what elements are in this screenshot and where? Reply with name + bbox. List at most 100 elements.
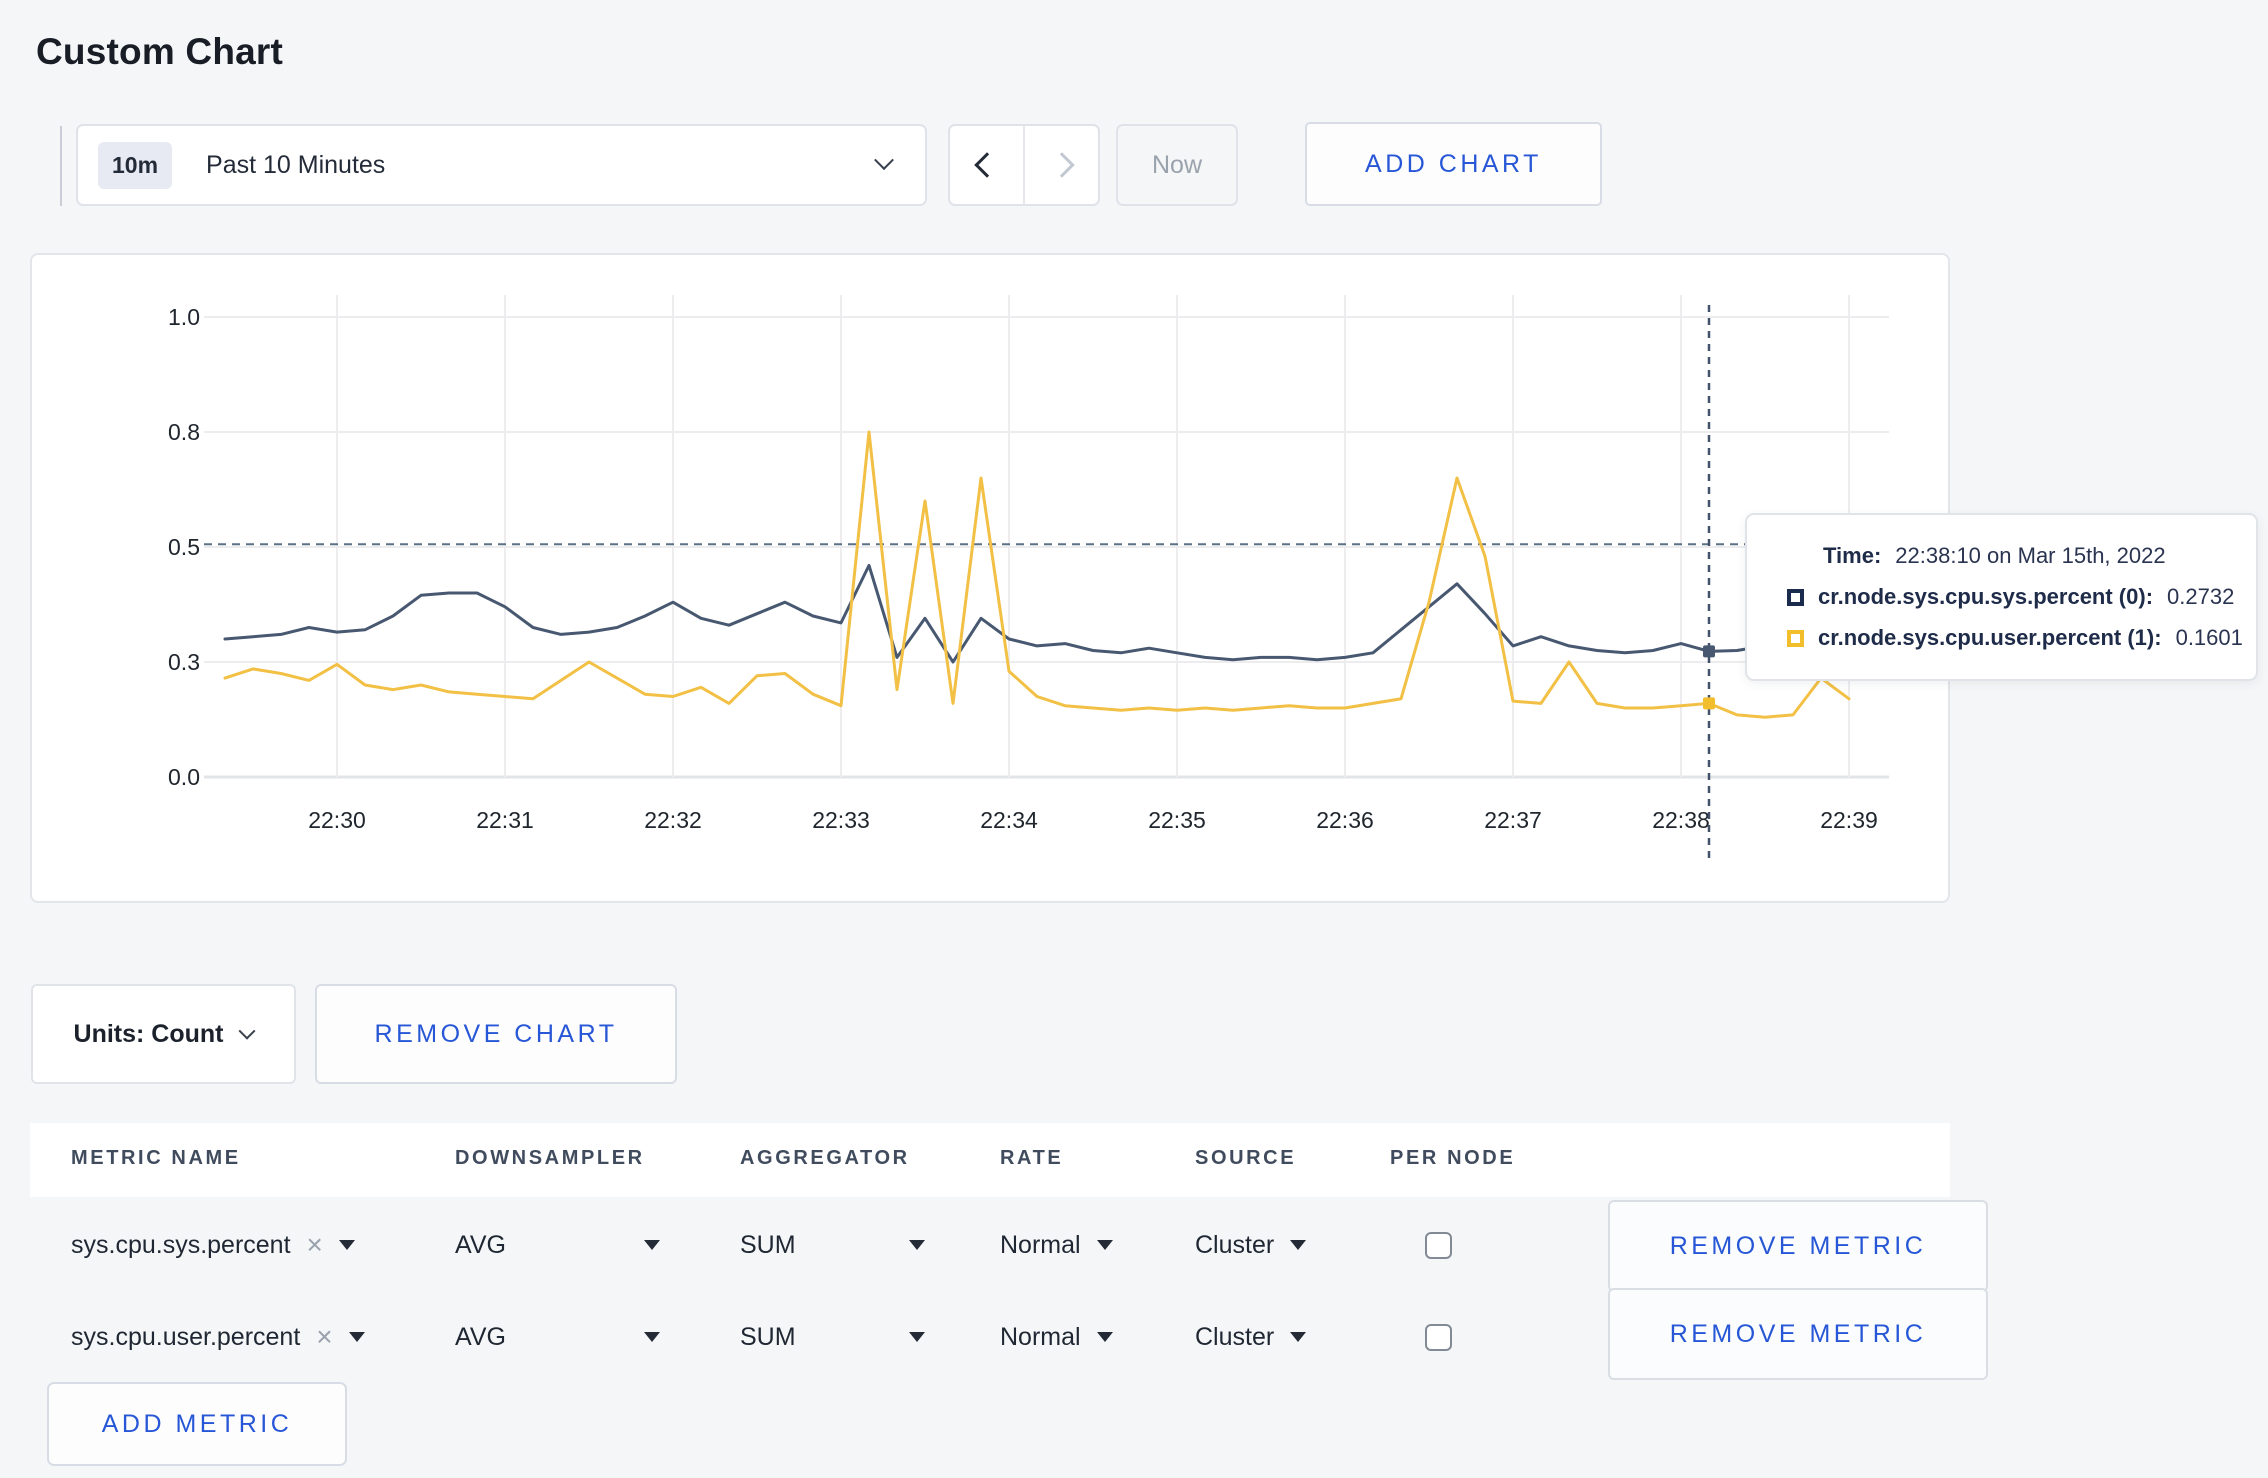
per-node-checkbox[interactable] [1425,1231,1452,1259]
rate-value: Normal [1000,1322,1081,1351]
page-title: Custom Chart [36,30,284,72]
source-value: Cluster [1195,1322,1275,1351]
per-node-cell [1425,1200,1452,1290]
aggregator-value: SUM [740,1230,796,1259]
svg-text:0.0: 0.0 [168,764,200,790]
downsampler-value: AVG [455,1322,506,1351]
caret-down-icon [1290,1240,1307,1250]
custom-chart-panel: 0.0 0.3 0.5 0.8 1.0 22:30 22:31 22:32 22:33 22:34… [30,253,1950,903]
remove-chart-button[interactable]: REMOVE CHART [315,984,677,1084]
chevron-down-icon [238,1022,256,1040]
svg-text:22:36: 22:36 [1316,807,1374,833]
chevron-left-icon [973,152,1000,178]
caret-down-icon [909,1332,925,1342]
series-line-1 [223,430,1851,719]
tooltip-series-row: cr.node.sys.cpu.user.percent (1): 0.1601 [1787,625,2256,651]
remove-metric-button[interactable]: REMOVE METRIC [1608,1288,1988,1380]
caret-down-icon [1096,1240,1113,1250]
svg-text:22:39: 22:39 [1820,807,1878,833]
crosshair-marker-icon [1703,645,1715,658]
downsampler-select[interactable]: AVG [455,1292,660,1382]
metrics-table-header: METRIC NAME DOWNSAMPLER AGGREGATOR RATE … [30,1123,1950,1197]
svg-text:1.0: 1.0 [168,304,200,330]
prev-time-button[interactable] [950,126,1025,204]
table-row: sys.cpu.sys.percent × AVG SUM Normal Clu… [30,1200,1988,1292]
tooltip-time-value: 22:38:10 on Mar 15th, 2022 [1895,543,2166,568]
metric-name-select[interactable]: sys.cpu.sys.percent × [71,1200,355,1290]
tooltip-series-value: 0.2732 [2167,584,2235,609]
add-chart-button[interactable]: ADD CHART [1305,122,1602,206]
tooltip-series-name: cr.node.sys.cpu.user.percent (1): [1818,625,2162,650]
aggregator-select[interactable]: SUM [740,1200,925,1290]
chevron-down-icon [874,149,894,175]
caret-down-icon [338,1240,355,1250]
col-header-metric-name: METRIC NAME [71,1147,241,1169]
svg-text:22:38: 22:38 [1652,807,1710,833]
rate-value: Normal [1000,1230,1081,1259]
caret-down-icon [1096,1332,1113,1342]
x-gridlines [336,295,1850,777]
tooltip-time-label: Time: [1823,543,1882,568]
col-header-aggregator: AGGREGATOR [740,1147,910,1169]
tooltip-series-value: 0.1601 [2175,625,2243,650]
tooltip-series-name: cr.node.sys.cpu.sys.percent (0): [1818,584,2154,609]
aggregator-select[interactable]: SUM [740,1292,925,1382]
tooltip-time-row: Time: 22:38:10 on Mar 15th, 2022 [1823,543,2256,569]
time-window-label: Past 10 Minutes [206,150,386,179]
user-series-swatch-icon [1787,629,1804,647]
source-select[interactable]: Cluster [1195,1200,1307,1290]
svg-text:22:37: 22:37 [1484,807,1542,833]
svg-text:22:32: 22:32 [644,807,702,833]
source-select[interactable]: Cluster [1195,1292,1307,1382]
caret-down-icon [348,1332,365,1342]
source-value: Cluster [1195,1230,1275,1259]
rate-select[interactable]: Normal [1000,1200,1113,1290]
units-dropdown[interactable]: Units: Count [31,984,296,1084]
sys-series-swatch-icon [1787,588,1804,606]
downsampler-select[interactable]: AVG [455,1200,660,1290]
metric-name-select[interactable]: sys.cpu.user.percent × [71,1292,365,1382]
clear-metric-icon[interactable]: × [307,1229,323,1261]
svg-text:0.8: 0.8 [168,419,200,445]
svg-text:22:31: 22:31 [476,807,534,833]
add-metric-button[interactable]: ADD METRIC [47,1382,347,1466]
metric-name-value: sys.cpu.sys.percent [71,1230,291,1259]
caret-down-icon [909,1240,925,1250]
caret-down-icon [644,1332,660,1342]
next-time-button[interactable] [1025,126,1098,204]
metric-name-value: sys.cpu.user.percent [71,1322,301,1351]
col-header-source: SOURCE [1195,1147,1297,1169]
time-window-badge: 10m [98,141,173,189]
svg-text:22:34: 22:34 [980,807,1038,833]
col-header-rate: RATE [1000,1147,1064,1169]
remove-metric-button[interactable]: REMOVE METRIC [1608,1200,1988,1292]
clear-metric-icon[interactable]: × [316,1321,332,1353]
tooltip-series-row: cr.node.sys.cpu.sys.percent (0): 0.2732 [1787,584,2256,610]
table-row: sys.cpu.user.percent × AVG SUM Normal Cl… [30,1288,1988,1382]
x-axis-labels: 22:30 22:31 22:32 22:33 22:34 22:35 22:36 22:37… [308,807,1878,833]
col-header-downsampler: DOWNSAMPLER [455,1147,645,1169]
chevron-right-icon [1048,152,1075,178]
toolbar-divider [60,126,62,206]
now-button[interactable]: Now [1116,124,1238,206]
svg-text:0.5: 0.5 [168,534,200,560]
y-axis-labels: 0.0 0.3 0.5 0.8 1.0 [168,304,200,790]
chart-svg[interactable]: 0.0 0.3 0.5 0.8 1.0 22:30 22:31 22:32 22:33 22:34… [32,255,1948,901]
crosshair-marker-icon [1703,697,1715,710]
downsampler-value: AVG [455,1230,506,1259]
per-node-checkbox[interactable] [1425,1323,1452,1351]
series-line-0 [223,563,1851,664]
caret-down-icon [1290,1332,1307,1342]
time-window-dropdown[interactable]: 10m Past 10 Minutes [76,124,927,206]
units-label: Units: Count [73,1019,224,1048]
chart-tooltip: Time: 22:38:10 on Mar 15th, 2022 cr.node… [1745,513,2258,681]
col-header-per-node: PER NODE [1390,1147,1516,1169]
svg-text:0.3: 0.3 [168,649,200,675]
rate-select[interactable]: Normal [1000,1292,1113,1382]
svg-text:22:33: 22:33 [812,807,870,833]
svg-text:22:35: 22:35 [1148,807,1206,833]
caret-down-icon [644,1240,660,1250]
time-nav-arrows [948,124,1100,206]
svg-text:22:30: 22:30 [308,807,366,833]
per-node-cell [1425,1292,1452,1382]
